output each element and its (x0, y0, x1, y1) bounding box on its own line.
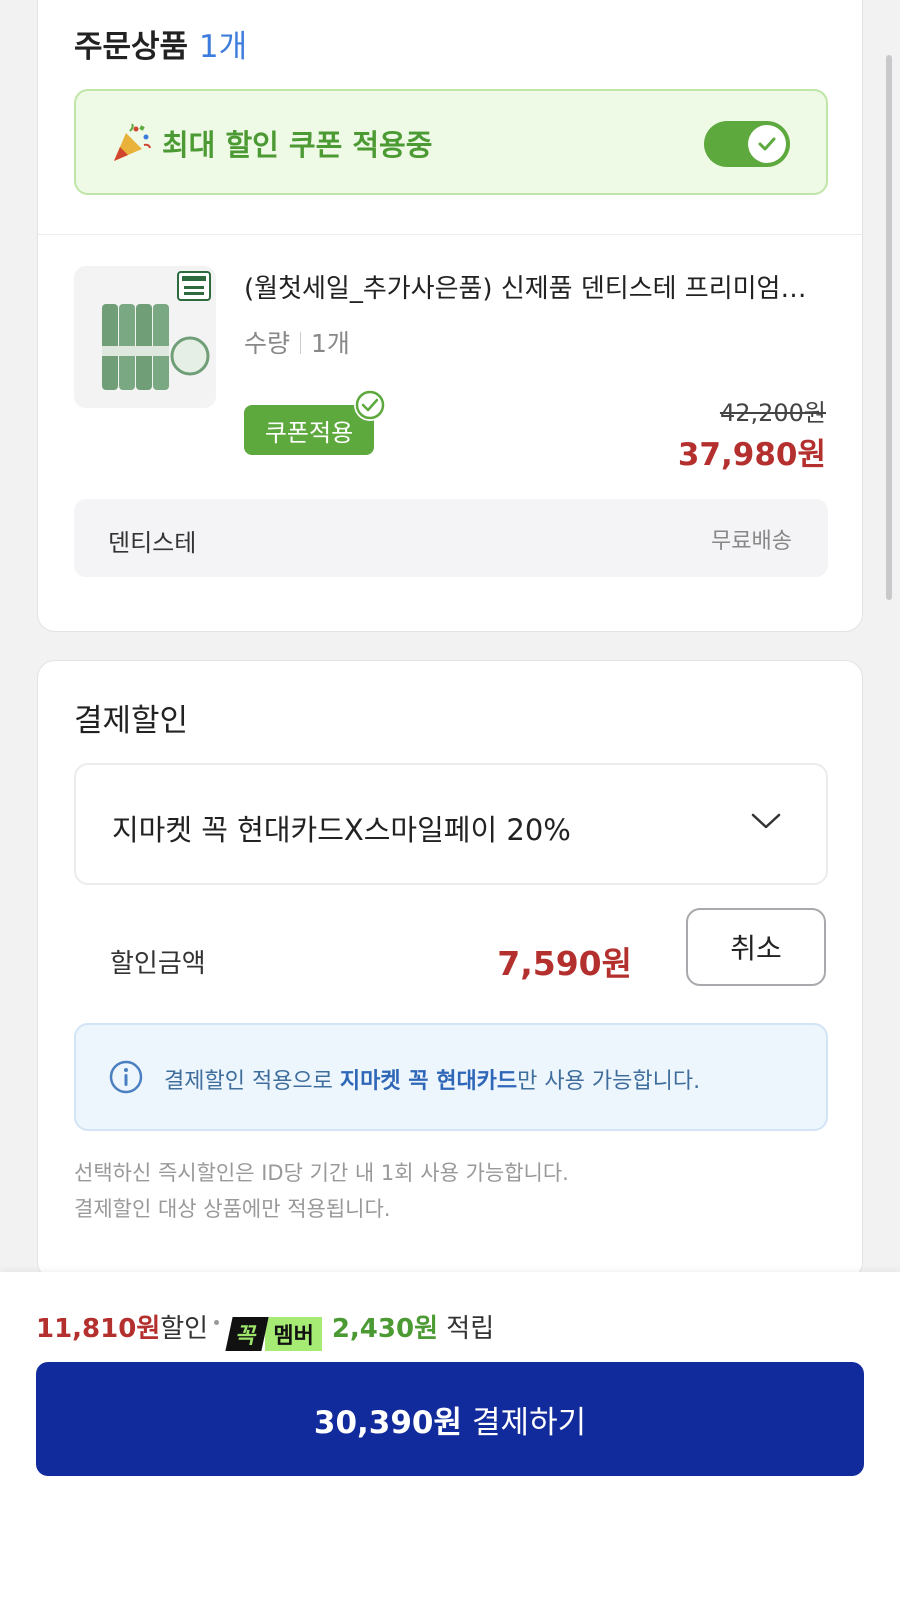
discount-word: 할인 (160, 1314, 209, 1344)
shipping-info: 무료배송 (711, 529, 792, 554)
coupon-badge-label: 쿠폰적용 (264, 418, 354, 447)
separator-dot (214, 1320, 220, 1325)
cancel-discount-button[interactable]: 취소 (686, 908, 826, 986)
seller-row: 덴티스테 무료배송 (74, 499, 828, 577)
member-badge: 꼭 멤버 (225, 1317, 322, 1351)
party-popper-icon (114, 123, 151, 161)
payment-discount-card: 결제할인 지마켓 꼭 현대카드X스마일페이 20% 할인금액 7,590원 취소… (37, 660, 863, 1280)
pay-amount: 30,390원 (313, 1404, 463, 1441)
info-suffix: 만 사용 가능합니다. (517, 1069, 701, 1094)
seller-name: 덴티스테 (108, 529, 197, 557)
member-badge-b: 멤버 (265, 1317, 322, 1351)
discount-amount-value: 7,590원 (497, 944, 632, 983)
check-circle-icon (355, 390, 385, 420)
selected-discount-option: 지마켓 꼭 현대카드X스마일페이 20% (112, 813, 571, 847)
coupon-banner-text: 최대 할인 쿠폰 적용중 (162, 128, 433, 162)
discount-info-box: 결제할인 적용으로 지마켓 꼭 현대카드만 사용 가능합니다. (74, 1023, 828, 1131)
reward-points: 2,430원 (331, 1314, 439, 1344)
product-image[interactable] (74, 266, 216, 408)
original-price: 42,200원 (719, 399, 826, 427)
info-icon (109, 1060, 143, 1094)
info-highlight: 지마켓 꼭 현대카드 (339, 1069, 518, 1094)
product-quantity: 수량 1개 (244, 324, 350, 360)
toothpaste-product-image (74, 266, 216, 408)
pay-label: 결제하기 (472, 1404, 587, 1441)
member-badge-a: 꼭 (225, 1317, 269, 1351)
discount-info-text: 결제할인 적용으로 지마켓 꼭 현대카드만 사용 가능합니다. (164, 1063, 700, 1095)
discount-amount-label: 할인금액 (110, 949, 206, 979)
checkout-bar: 11,810원할인 꼭 멤버 2,430원 적립 30,390원 결제하기 (0, 1272, 900, 1602)
scrollbar[interactable] (886, 55, 892, 600)
chevron-down-icon (751, 813, 781, 829)
section-divider (38, 234, 862, 235)
pay-button[interactable]: 30,390원 결제하기 (36, 1362, 864, 1476)
quantity-value: 1개 (311, 329, 350, 358)
sale-price: 37,980원 (677, 437, 826, 473)
toggle-knob (748, 125, 786, 163)
benefit-summary: 11,810원할인 꼭 멤버 2,430원 적립 (36, 1308, 494, 1351)
order-items-title: 주문상품 1개 (74, 21, 247, 66)
quantity-label: 수량 (244, 329, 291, 358)
discount-note-2: 결제할인 대상 상품에만 적용됩니다. (74, 1197, 391, 1221)
badge-check-icon (354, 389, 386, 421)
payment-discount-title: 결제할인 (74, 703, 189, 739)
order-title-text: 주문상품 (74, 29, 189, 65)
order-items-card: 주문상품 1개 최대 할인 쿠폰 적용중 (월첫세일_추가사은품) 신제품 덴티… (37, 0, 863, 632)
coupon-toggle[interactable] (704, 121, 790, 167)
discount-option-select[interactable]: 지마켓 꼭 현대카드X스마일페이 20% (74, 763, 828, 885)
points-word: 적립 (446, 1314, 495, 1344)
total-discount: 11,810원 (36, 1314, 161, 1344)
info-prefix: 결제할인 적용으로 (164, 1069, 340, 1094)
quantity-separator (300, 332, 302, 354)
check-icon (758, 137, 776, 151)
order-count: 1개 (198, 29, 248, 65)
max-coupon-banner[interactable]: 최대 할인 쿠폰 적용중 (74, 89, 828, 195)
discount-note-1: 선택하신 즉시할인은 ID당 기간 내 1회 사용 가능합니다. (74, 1161, 569, 1185)
product-name[interactable]: (월첫세일_추가사은품) 신제품 덴티스테 프리미엄 스마일 토탈케어 (244, 268, 810, 305)
